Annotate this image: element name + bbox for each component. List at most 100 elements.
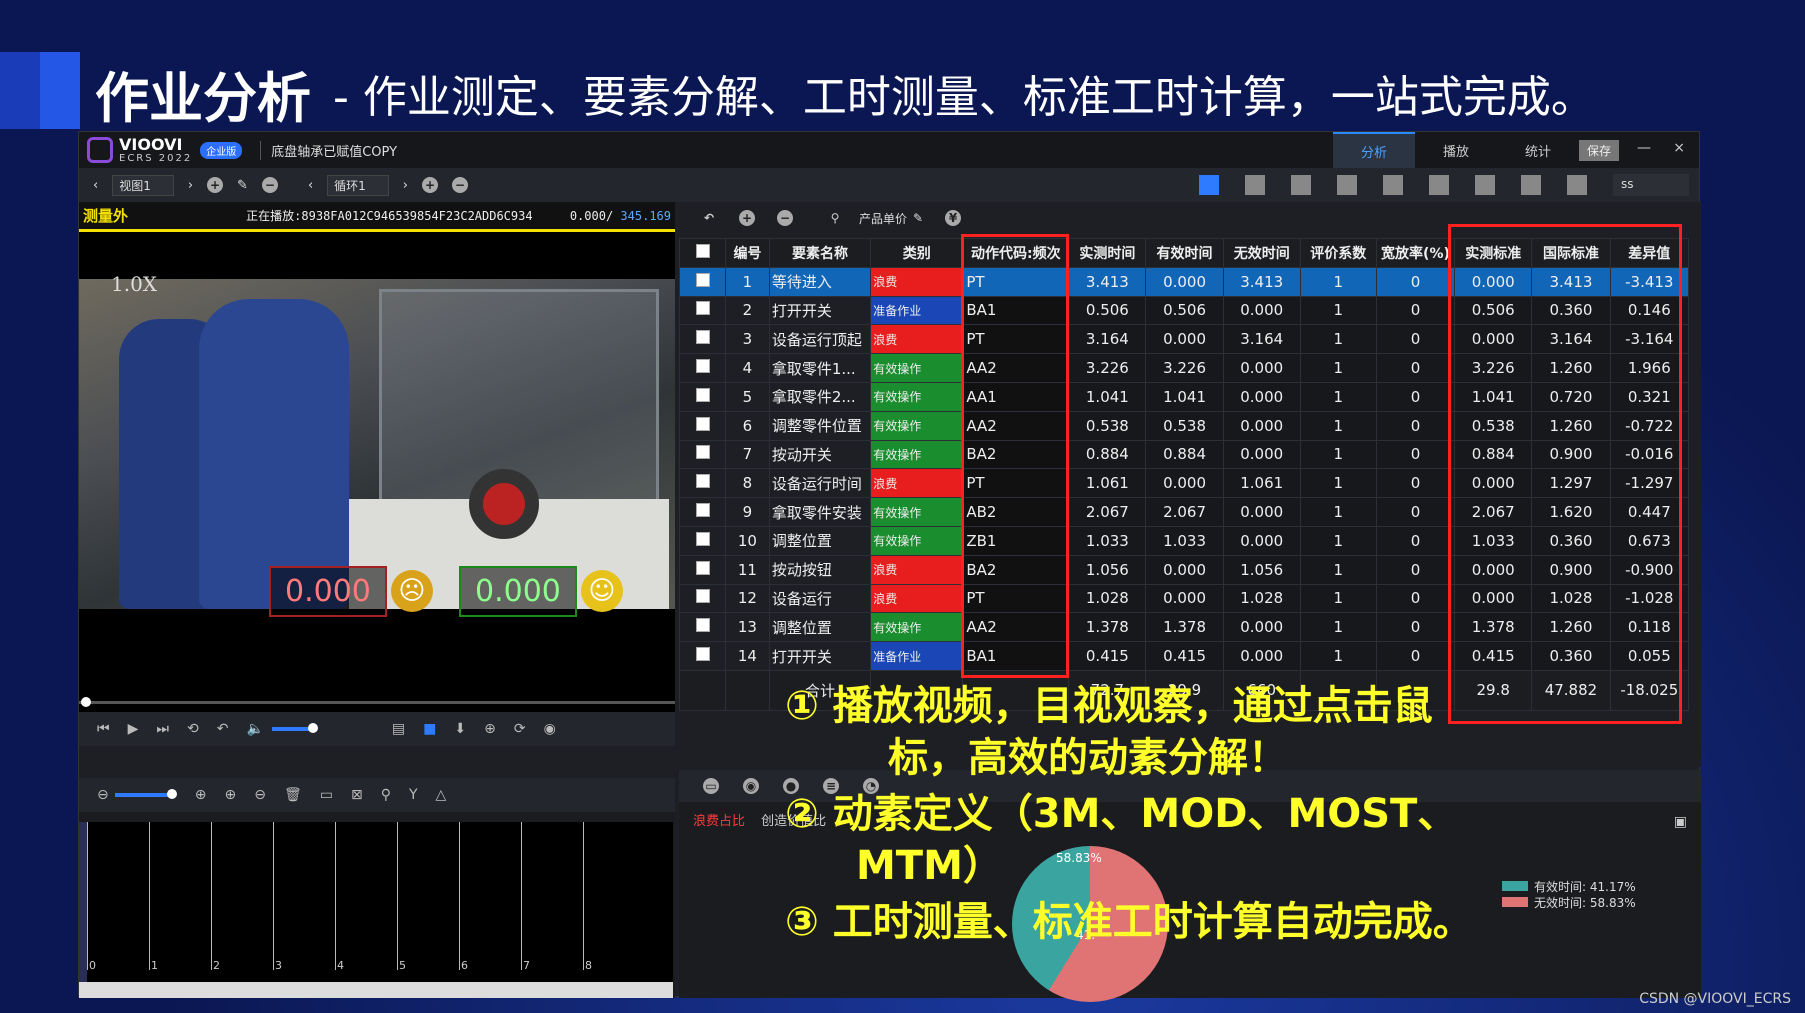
layout-split-icon[interactable] <box>1245 175 1265 195</box>
branch-icon[interactable]: Y <box>409 787 418 803</box>
person-icon[interactable]: ⚲ <box>381 787 391 803</box>
print-icon[interactable] <box>1475 175 1495 195</box>
view-select[interactable]: 视图1 <box>112 174 174 196</box>
col-ineffective[interactable]: 无效时间 <box>1222 238 1301 268</box>
save-button[interactable]: 保存 <box>1578 140 1619 161</box>
col-allowance[interactable]: 宽放率(%) <box>1375 238 1456 268</box>
row-checkbox[interactable] <box>678 583 727 614</box>
timeline-zoom-slider[interactable] <box>114 789 177 799</box>
row-checkbox[interactable] <box>678 554 727 585</box>
minimize-button[interactable]: — <box>1637 140 1651 156</box>
timeline-scrollbar[interactable] <box>79 982 673 998</box>
prev-frame-icon[interactable]: ⏮ <box>97 721 110 737</box>
cell-category[interactable]: 准备作业 <box>870 295 964 326</box>
row-checkbox[interactable] <box>678 641 727 671</box>
camera-icon[interactable]: ◉ <box>743 778 759 794</box>
cell-category[interactable]: 浪费 <box>870 266 964 297</box>
menu-icon[interactable] <box>1521 175 1541 195</box>
timeline-grid[interactable]: 0 1 2 3 4 5 6 7 8 <box>79 822 673 986</box>
export-icon[interactable]: ▣ <box>1674 814 1687 830</box>
cell-category[interactable]: 准备作业 <box>870 641 964 671</box>
zoom-icon[interactable]: ⊕ <box>484 721 496 737</box>
undo-icon[interactable]: ↶ <box>701 210 717 226</box>
remove-row-icon[interactable]: − <box>777 210 793 226</box>
tab-waste-ratio[interactable]: 浪费占比 <box>693 814 745 829</box>
remove-segment-icon[interactable]: ⊖ <box>254 787 266 803</box>
cell-name[interactable]: 打开开关 <box>768 641 872 671</box>
layout-single-icon[interactable] <box>1337 175 1357 195</box>
play-icon[interactable]: ▶ <box>128 721 139 737</box>
cell-name[interactable]: 调整零件位置 <box>768 410 872 441</box>
remove-cycle-icon[interactable]: − <box>452 177 468 193</box>
zoom-out-icon[interactable]: ⊖ <box>97 787 109 803</box>
row-checkbox[interactable] <box>678 525 727 556</box>
add-row-icon[interactable]: + <box>739 210 755 226</box>
cell-name[interactable]: 调整位置 <box>768 612 872 643</box>
progress-handle[interactable] <box>81 697 91 707</box>
cell-category[interactable]: 有效操作 <box>870 439 964 470</box>
remove-view-icon[interactable]: − <box>261 177 278 193</box>
next-cycle-icon[interactable]: › <box>403 178 408 193</box>
volume-icon[interactable]: 🔈 <box>246 721 263 737</box>
layout-columns-icon[interactable] <box>1291 175 1311 195</box>
cell-category[interactable]: 有效操作 <box>870 497 964 527</box>
bookmark-icon[interactable]: ■ <box>423 721 436 737</box>
cycle-select[interactable]: 循环1 <box>327 174 389 196</box>
cell-category[interactable]: 浪费 <box>870 468 964 499</box>
col-name[interactable]: 要素名称 <box>768 238 872 268</box>
tab-analysis[interactable]: 分析 <box>1333 132 1415 168</box>
cell-name[interactable]: 等待进入 <box>768 266 872 297</box>
cell-name[interactable]: 设备运行 <box>768 583 872 614</box>
cell-category[interactable]: 有效操作 <box>870 410 964 441</box>
add-segment-icon[interactable]: ⊕ <box>224 787 236 803</box>
edit-view-icon[interactable]: ✎ <box>237 178 248 193</box>
cell-category[interactable]: 浪费 <box>870 583 964 614</box>
merge-icon[interactable]: ▭ <box>320 787 333 803</box>
cell-category[interactable]: 浪费 <box>870 324 964 355</box>
download-icon[interactable]: ⬇ <box>454 721 466 737</box>
cell-name[interactable]: 调整位置 <box>768 525 872 556</box>
cell-name[interactable]: 设备运行顶起 <box>768 324 872 355</box>
next-frame-icon[interactable]: ⏭ <box>156 721 169 737</box>
row-checkbox[interactable] <box>678 612 727 643</box>
cell-name[interactable]: 拿取零件1... <box>768 353 872 383</box>
camera-icon[interactable]: ◉ <box>544 721 556 737</box>
row-checkbox[interactable] <box>678 468 727 499</box>
video-frame[interactable] <box>79 279 675 609</box>
row-checkbox[interactable] <box>678 266 727 297</box>
layout-grid-icon[interactable] <box>1199 175 1219 195</box>
edit-price-icon[interactable]: ✎ <box>913 211 923 225</box>
product-price-label[interactable]: 产品单价 <box>859 210 907 227</box>
currency-icon[interactable]: ¥ <box>945 210 962 226</box>
user-select[interactable]: ss <box>1613 174 1689 196</box>
prev-view-icon[interactable]: ‹ <box>93 178 98 193</box>
warning-icon[interactable]: △ <box>436 787 447 803</box>
close-button[interactable]: × <box>1673 140 1685 156</box>
cell-category[interactable]: 浪费 <box>870 554 964 585</box>
col-category[interactable]: 类别 <box>870 238 964 268</box>
zoom-in-icon[interactable]: ⊕ <box>195 787 207 803</box>
cell-name[interactable]: 拿取零件2... <box>768 381 872 412</box>
row-checkbox[interactable] <box>678 497 727 527</box>
col-no[interactable]: 编号 <box>725 238 770 268</box>
volume-slider[interactable] <box>271 723 318 733</box>
cell-name[interactable]: 按动按钮 <box>768 554 872 585</box>
row-checkbox[interactable] <box>678 439 727 470</box>
cell-name[interactable]: 打开开关 <box>768 295 872 326</box>
gear-icon[interactable] <box>1567 175 1587 195</box>
comment-icon[interactable]: ▭ <box>703 778 719 794</box>
next-view-icon[interactable]: › <box>188 178 193 193</box>
col-effective[interactable]: 有效时间 <box>1145 238 1224 268</box>
select-all-checkbox[interactable] <box>678 238 727 268</box>
row-checkbox[interactable] <box>678 295 727 326</box>
add-view-icon[interactable]: + <box>207 177 224 193</box>
cell-category[interactable]: 有效操作 <box>870 525 964 556</box>
tab-play[interactable]: 播放 <box>1415 132 1497 168</box>
prev-cycle-icon[interactable]: ‹ <box>308 178 313 193</box>
split-icon[interactable]: ⊠ <box>351 787 363 803</box>
cell-name[interactable]: 按动开关 <box>768 439 872 470</box>
back-icon[interactable]: ↶ <box>217 721 229 737</box>
row-checkbox[interactable] <box>678 410 727 441</box>
row-checkbox[interactable] <box>678 353 727 383</box>
undo-icon[interactable] <box>1383 175 1403 195</box>
